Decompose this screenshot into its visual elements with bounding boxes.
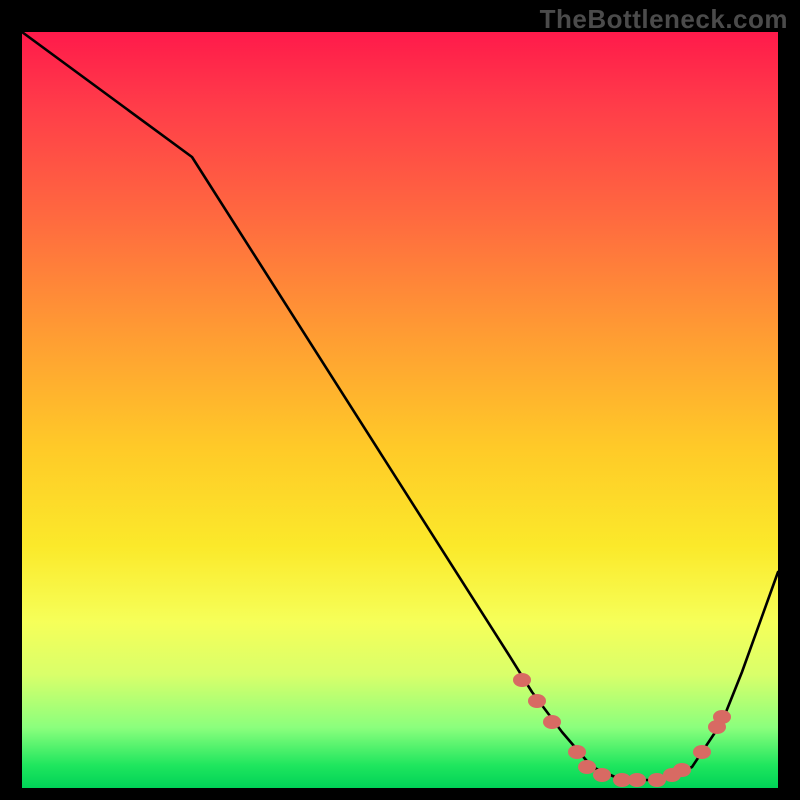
plot-area	[22, 32, 778, 788]
curve-marker	[528, 694, 546, 708]
curve-marker	[543, 715, 561, 729]
watermark-text: TheBottleneck.com	[540, 4, 788, 35]
curve-marker	[513, 673, 531, 687]
curve-marker	[693, 745, 711, 759]
curve-svg	[22, 32, 778, 788]
curve-marker	[593, 768, 611, 782]
curve-marker	[578, 760, 596, 774]
curve-marker	[713, 710, 731, 724]
curve-marker	[568, 745, 586, 759]
curve-marker	[628, 773, 646, 787]
chart-frame: TheBottleneck.com	[0, 0, 800, 800]
curve-marker	[673, 763, 691, 777]
markers-group	[513, 673, 731, 787]
bottleneck-curve	[22, 32, 778, 780]
